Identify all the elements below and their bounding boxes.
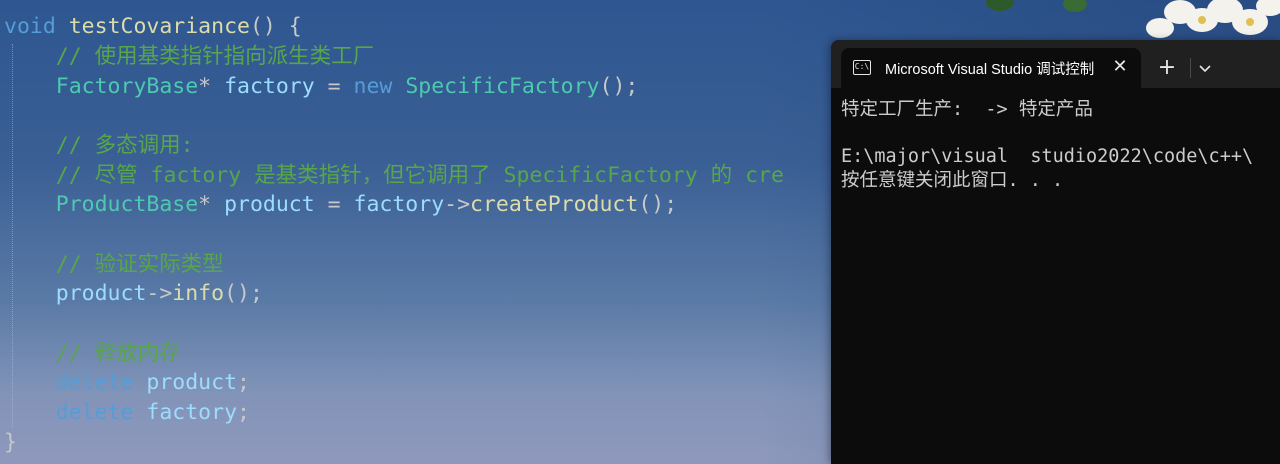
title-bar[interactable]: C:\ Microsoft Visual Studio 调试控制台 ✕ + [831, 40, 1280, 88]
comment: // 释放内存 [55, 341, 181, 366]
comment: // 尽管 factory 是基类指针，但它调用了 SpecificFactor… [55, 163, 784, 188]
code-line-1: void testCovariance() { [4, 12, 302, 42]
variable: product [55, 281, 147, 306]
chevron-down-icon[interactable] [1193, 56, 1217, 80]
punctuation: ; [237, 400, 250, 425]
variable: product [224, 192, 315, 217]
punctuation: * [198, 192, 212, 217]
code-line-2: // 使用基类指针指向派生类工厂 [4, 42, 374, 72]
output-line: E:\major\visual studio2022\code\c++\ [841, 146, 1254, 167]
punctuation: (); [599, 74, 639, 99]
output-line: 按任意键关闭此窗口. . . [841, 169, 1064, 191]
function-name: testCovariance [68, 14, 250, 39]
keyword: delete [55, 400, 134, 425]
operator: = [314, 74, 354, 99]
terminal-app-icon: C:\ [853, 60, 871, 75]
code-line-9: // 验证实际类型 [4, 250, 224, 280]
code-line-5: // 多态调用: [4, 131, 194, 161]
variable: factory [353, 192, 445, 217]
variable: factory [146, 400, 238, 425]
comment: // 多态调用: [55, 133, 194, 158]
comment: // 使用基类指针指向派生类工厂 [55, 44, 375, 69]
code-line-3: FactoryBase* factory = new SpecificFacto… [4, 72, 639, 102]
output-line: 特定工厂生产: -> 特定产品 [841, 99, 1093, 120]
code-line-13: delete product; [4, 368, 250, 398]
punctuation: (); [638, 192, 678, 217]
code-line-10: product->info(); [4, 279, 263, 309]
comment: // 验证实际类型 [55, 252, 224, 277]
code-line-14: delete factory; [4, 398, 250, 428]
code-editor[interactable]: void testCovariance() { // 使用基类指针指向派生类工厂… [0, 0, 840, 464]
console-tab[interactable]: C:\ Microsoft Visual Studio 调试控制台 ✕ [841, 48, 1141, 88]
punctuation: } [4, 430, 17, 455]
console-output[interactable]: 特定工厂生产: -> 特定产品 E:\major\visual studio20… [841, 98, 1280, 192]
type-name: ProductBase [55, 192, 199, 217]
code-line-7: ProductBase* product = factory->createPr… [4, 190, 677, 220]
operator: -> [146, 281, 173, 306]
punctuation: ; [237, 370, 250, 395]
keyword: delete [55, 370, 134, 395]
code-line-12: // 释放内存 [4, 339, 181, 369]
function-name: info [172, 281, 225, 306]
code-line-15: } [4, 428, 17, 458]
tab-title: Microsoft Visual Studio 调试控制台 [885, 62, 1095, 78]
operator: -> [444, 192, 471, 217]
variable: product [146, 370, 238, 395]
debug-console-window[interactable]: C:\ Microsoft Visual Studio 调试控制台 ✕ + 特定… [831, 40, 1280, 464]
type-name: FactoryBase [55, 74, 199, 99]
punctuation: * [198, 74, 212, 99]
punctuation: (); [224, 281, 263, 306]
code-line-6: // 尽管 factory 是基类指针，但它调用了 SpecificFactor… [4, 161, 784, 191]
operator: = [314, 192, 354, 217]
keyword: void [4, 14, 56, 39]
tab-divider [1190, 58, 1191, 78]
variable: factory [224, 74, 315, 99]
keyword: new [353, 74, 393, 99]
function-name: createProduct [470, 192, 639, 217]
plus-icon[interactable]: + [1155, 56, 1179, 80]
punctuation: () { [249, 14, 302, 39]
type-name: SpecificFactory [405, 74, 600, 99]
close-icon[interactable]: ✕ [1109, 56, 1131, 78]
